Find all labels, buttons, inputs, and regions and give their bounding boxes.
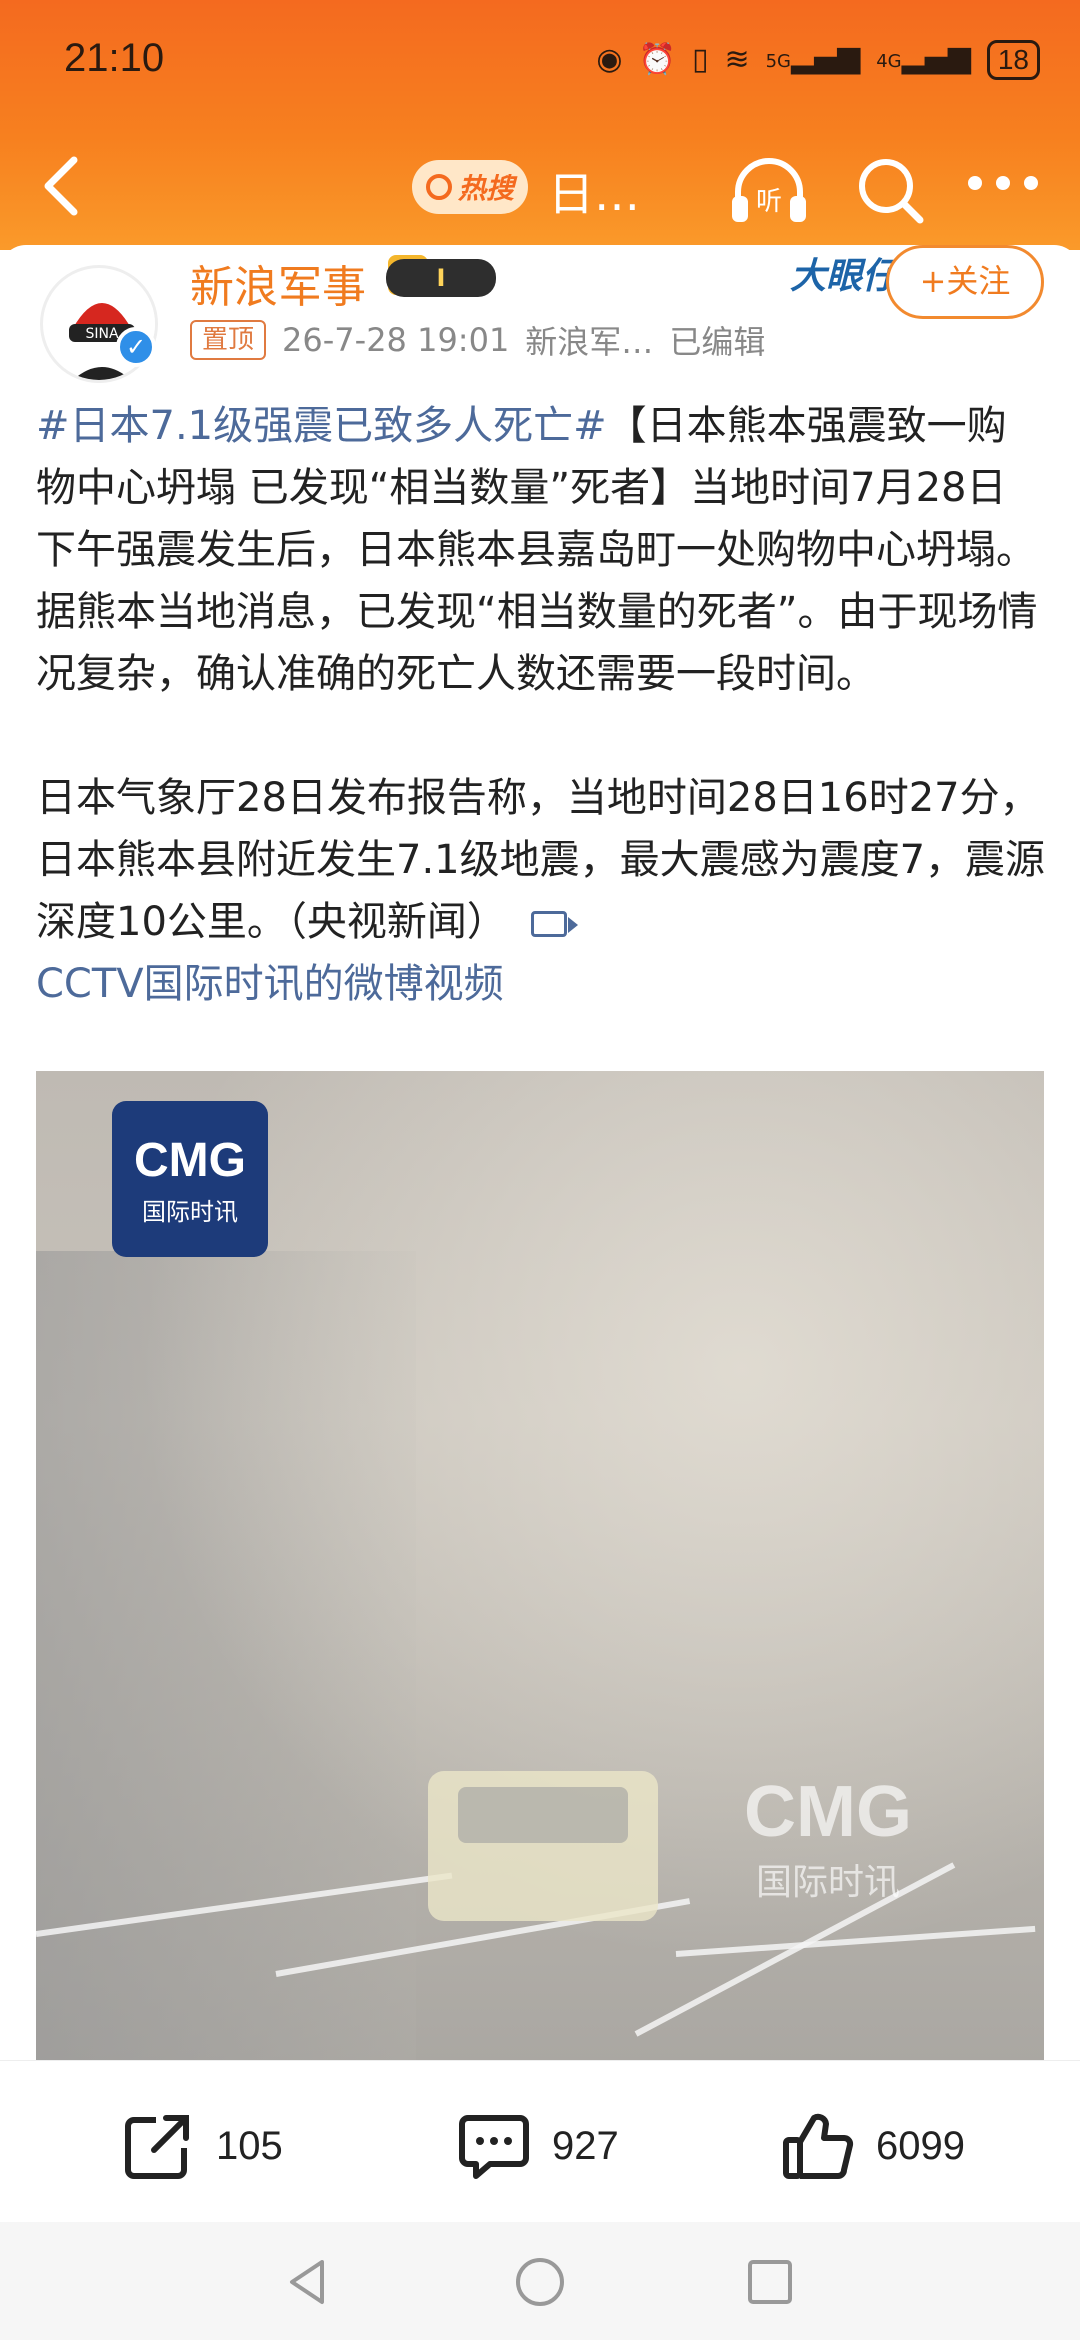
- system-back-icon[interactable]: [280, 2254, 336, 2310]
- status-icons: ◉ ⏰ ▯ ≋ 5G▂▄▆ 4G▂▄▆ 18: [596, 38, 1040, 82]
- system-home-icon[interactable]: [512, 2254, 568, 2310]
- search-icon: [426, 174, 452, 200]
- author-name[interactable]: 新浪军事: [190, 251, 366, 315]
- like-button[interactable]: 6099: [780, 2111, 965, 2181]
- thumbs-up-icon: [783, 2113, 854, 2179]
- hot-search-pill[interactable]: 热搜: [412, 160, 529, 214]
- action-bar: 105 927 6099: [0, 2060, 1080, 2220]
- comment-icon: [459, 2115, 529, 2179]
- alarm-icon: ⏰: [638, 42, 676, 77]
- eye-icon: ◉: [596, 42, 623, 77]
- paragraph-2: 日本气象厅28日发布报告称，当地时间28日16时27分，日本熊本县附近发生7.1…: [36, 767, 1046, 953]
- video-car: [428, 1771, 658, 1921]
- rank-badge: I: [386, 259, 496, 297]
- post-timestamp: 26-7-28 19:01: [282, 321, 510, 359]
- svg-text:听: 听: [756, 187, 782, 217]
- comment-count: 927: [552, 2123, 619, 2168]
- back-arrow-icon[interactable]: [34, 146, 94, 226]
- top-nav: 热搜 日… 听: [0, 130, 1080, 240]
- post-meta: 置顶 26-7-28 19:01 新浪军… 已编辑: [190, 317, 765, 363]
- video-player[interactable]: CMG 国际时讯 CMG 国际时讯: [36, 1071, 1044, 2065]
- status-time: 21:10: [64, 36, 165, 80]
- more-options-icon[interactable]: [968, 176, 1038, 196]
- video-source-link[interactable]: CCTV国际时讯的微博视频: [36, 953, 1046, 1015]
- post-source: 新浪军…: [525, 323, 654, 361]
- hot-search-title[interactable]: 日…: [548, 158, 640, 224]
- pinned-badge: 置顶: [190, 320, 267, 360]
- wifi-icon: ≋: [724, 42, 750, 77]
- status-bar: 21:10 ◉ ⏰ ▯ ≋ 5G▂▄▆ 4G▂▄▆ 18: [0, 0, 1080, 120]
- cmg-logo: CMG 国际时讯: [112, 1101, 268, 1257]
- svg-text:SINA: SINA: [85, 326, 118, 342]
- hashtag-link[interactable]: #日本7.1级强震已致多人死亡#: [36, 403, 607, 449]
- system-recents-icon[interactable]: [742, 2254, 798, 2310]
- share-icon: [125, 2115, 189, 2179]
- like-count: 6099: [876, 2123, 965, 2168]
- edited-label: 已编辑: [669, 323, 766, 361]
- share-button[interactable]: 105: [120, 2111, 283, 2181]
- headphones-icon[interactable]: 听: [724, 150, 814, 230]
- hot-search-label: 热搜: [458, 172, 515, 205]
- search-magnifier-icon[interactable]: [850, 150, 930, 230]
- cmg-watermark: CMG 国际时讯: [744, 1772, 912, 1903]
- share-count: 105: [216, 2123, 283, 2168]
- video-camera-icon: [530, 911, 578, 937]
- signal-4g-icon: 4G▂▄▆: [876, 40, 971, 75]
- battery-icon: 18: [986, 40, 1040, 80]
- weibo-post-card: SINA ✓ 新浪军事 I 大眼仔 +关注 置顶 26-7-28 19:01 新…: [0, 245, 1080, 2065]
- signal-5g-icon: 5G▂▄▆: [765, 40, 861, 75]
- verified-badge-icon: ✓: [116, 327, 156, 367]
- vibrate-icon: ▯: [691, 42, 709, 77]
- comment-button[interactable]: 927: [456, 2111, 619, 2181]
- follow-button[interactable]: +关注: [886, 245, 1044, 319]
- system-nav-bar: [0, 2222, 1080, 2340]
- paragraph-1: #日本7.1级强震已致多人死亡#【日本熊本强震致一购物中心坍塌 已发现“相当数量…: [36, 395, 1046, 705]
- big-eye-badge: 大眼仔: [790, 256, 899, 297]
- post-body: #日本7.1级强震已致多人死亡#【日本熊本强震致一购物中心坍塌 已发现“相当数量…: [36, 395, 1046, 1015]
